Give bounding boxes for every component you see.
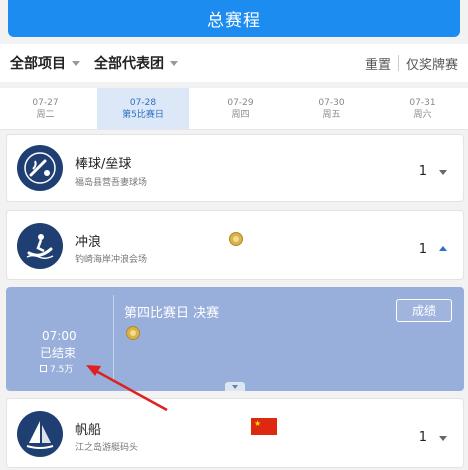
date-tab-date: 07-29 [227,97,254,108]
event-time: 07:00 [42,329,77,343]
date-tab-date: 07-28 [129,97,157,108]
all-events-dropdown[interactable]: 全部项目 [10,53,80,73]
divider [113,295,114,379]
date-tab-label: 周四 [231,109,250,120]
view-count: 7.5万 [40,362,73,375]
chevron-down-icon[interactable] [439,170,447,175]
eye-icon [40,365,47,372]
date-tab-0730[interactable]: 07-30 周五 [286,88,377,129]
chevron-down-icon [72,60,80,66]
all-delegations-label: 全部代表团 [94,56,164,72]
chevron-up-icon[interactable] [439,246,447,251]
event-count: 1 [418,164,427,179]
chevron-down-icon[interactable] [439,436,447,441]
date-tab-0728[interactable]: 07-28 第5比赛日 [97,88,189,129]
date-tabs: 07-27 周二 07-28 第5比赛日 07-29 周四 07-30 周五 0… [0,88,468,130]
divider [397,55,399,71]
medal-only-link[interactable]: 仅奖牌赛 [406,54,458,73]
chevron-down-icon [170,60,178,66]
baseball-pictogram-icon [17,145,63,191]
sailing-pictogram-icon [17,411,63,457]
date-tab-date: 07-30 [318,97,345,108]
sport-name: 冲浪 [75,235,102,250]
date-tab-date: 07-27 [32,97,59,108]
date-tab-label: 第5比赛日 [122,109,164,120]
sport-card-baseball[interactable]: 棒球/垒球 福岛县营吾妻球场 1 [6,134,464,202]
all-events-label: 全部项目 [10,56,66,72]
collapse-tab[interactable] [225,382,245,391]
schedule-title-button[interactable]: 总赛程 [8,0,460,37]
gold-medal-icon [126,326,140,340]
filter-bar: 全部项目 全部代表团 重置 仅奖牌赛 [0,44,468,82]
reset-link[interactable]: 重置 [365,54,391,73]
sport-name: 帆船 [75,423,102,438]
date-tab-0729[interactable]: 07-29 周四 [195,88,286,129]
event-count: 1 [418,242,427,257]
date-tab-date: 07-31 [409,97,436,108]
sport-card-sailing[interactable]: 帆船 江之岛游艇码头 ★ 1 [6,398,464,468]
venue-name: 江之岛游艇码头 [75,443,139,453]
sport-card-surfing[interactable]: 冲浪 钓崎海岸冲浪会场 1 [6,210,464,280]
sport-name: 棒球/垒球 [75,157,132,172]
event-round: 第四比赛日 决赛 [124,306,220,321]
date-tab-label: 周二 [36,109,55,120]
chevron-down-icon [232,384,238,389]
date-tab-label: 周六 [413,109,432,120]
date-tab-0731[interactable]: 07-31 周六 [377,88,468,129]
date-tab-label: 周五 [322,109,341,120]
event-count: 1 [418,430,427,445]
date-tab-0727[interactable]: 07-27 周二 [0,88,91,129]
china-flag-icon: ★ [251,418,277,435]
venue-name: 福岛县营吾妻球场 [75,178,148,188]
venue-name: 钓崎海岸冲浪会场 [75,255,148,265]
all-delegations-dropdown[interactable]: 全部代表团 [94,53,178,73]
event-detail-panel[interactable]: 07:00 已结束 7.5万 第四比赛日 决赛 成绩 [6,287,464,391]
event-status: 已结束 [40,346,77,360]
results-button[interactable]: 成绩 [396,299,452,322]
gold-medal-icon [229,232,243,246]
view-count-value: 7.5万 [50,365,74,375]
surfing-pictogram-icon [17,223,63,269]
